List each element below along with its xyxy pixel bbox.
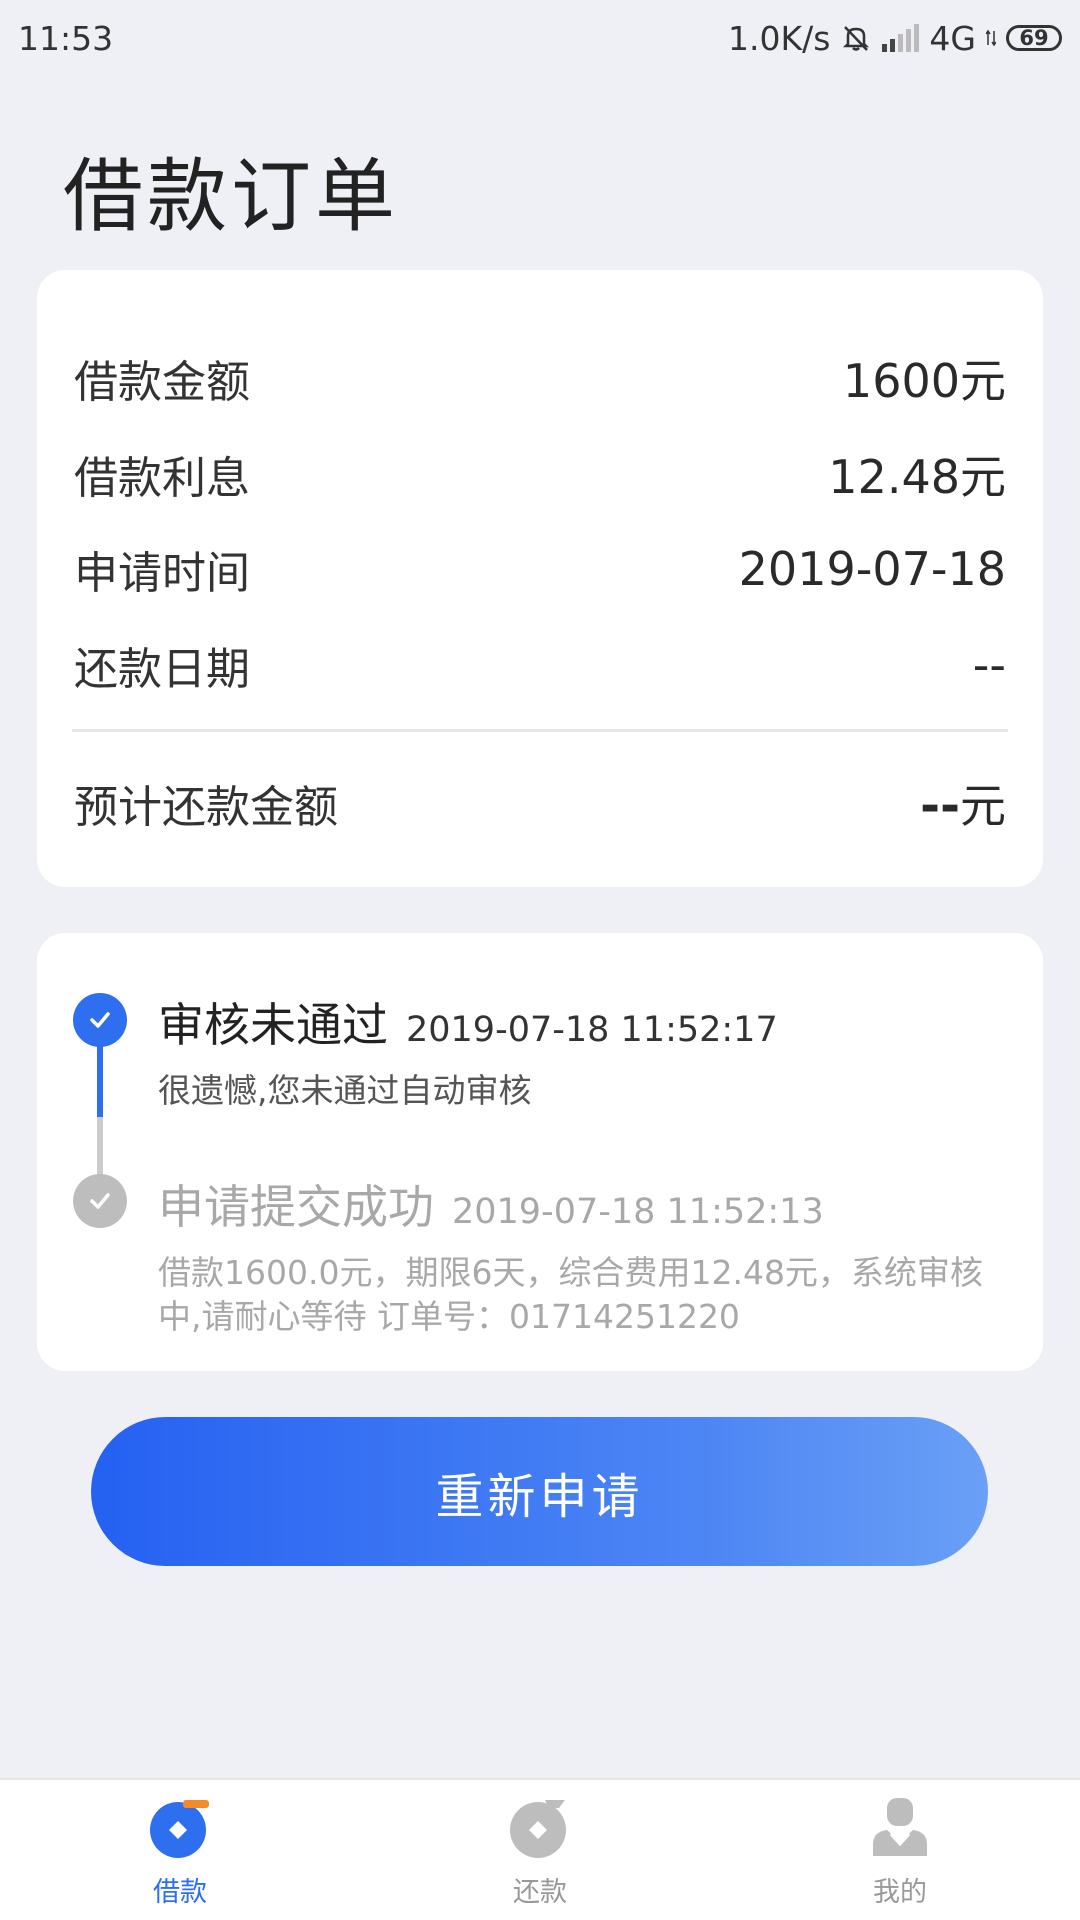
timeline-status: 申请提交成功 <box>158 1180 434 1234</box>
timeline-description: 很遗憾,您未通过自动审核 <box>158 1071 532 1110</box>
summary-value: 2019-07-18 <box>738 542 1006 596</box>
repay-icon <box>510 1800 566 1858</box>
timeline-item: 申请提交成功 2019-07-18 11:52:13 借款1600.0元，期限6… <box>158 1171 1003 1339</box>
signal-icon <box>882 24 920 52</box>
summary-value: -- <box>972 638 1006 692</box>
bottom-nav: 借款 还款 我的 <box>0 1778 1080 1920</box>
summary-row-amount: 借款金额 1600元 <box>74 345 1006 411</box>
total-value-amount: -- <box>920 778 960 834</box>
timeline-connector-active <box>97 1043 103 1117</box>
divider <box>72 729 1008 732</box>
status-time: 11:53 <box>18 18 114 58</box>
summary-row-repay-date: 还款日期 -- <box>74 633 1006 697</box>
bell-muted-icon <box>840 22 872 54</box>
timeline-time: 2019-07-18 11:52:17 <box>406 1010 778 1050</box>
summary-row-apply-time: 申请时间 2019-07-18 <box>74 537 1006 601</box>
status-timeline-card: 审核未通过 2019-07-18 11:52:17 很遗憾,您未通过自动审核 申… <box>37 933 1043 1371</box>
profile-icon <box>873 1798 927 1856</box>
summary-label: 借款利息 <box>74 453 250 504</box>
data-arrows-icon <box>986 29 996 47</box>
summary-label: 申请时间 <box>74 548 250 599</box>
nav-item-repay[interactable]: 还款 <box>360 1780 720 1920</box>
total-value: --元 <box>920 770 1006 836</box>
network-speed: 1.0K/s <box>727 18 831 58</box>
nav-label: 还款 <box>513 1877 567 1908</box>
timeline-item: 审核未通过 2019-07-18 11:52:17 很遗憾,您未通过自动审核 <box>158 989 1003 1113</box>
summary-row-interest: 借款利息 12.48元 <box>74 441 1006 507</box>
summary-value: 12.48元 <box>828 450 1006 504</box>
total-label: 预计还款金额 <box>74 782 338 833</box>
total-value-unit: 元 <box>960 779 1006 833</box>
loan-icon <box>150 1800 209 1858</box>
timeline-description: 借款1600.0元，期限6天，综合费用12.48元，系统审核中,请耐心等待 订单… <box>158 1253 983 1336</box>
summary-label: 借款金额 <box>74 357 250 408</box>
timeline-time: 2019-07-18 11:52:13 <box>452 1192 824 1232</box>
summary-row-total: 预计还款金额 --元 <box>74 770 1006 836</box>
reapply-button[interactable]: 重新申请 <box>91 1417 988 1566</box>
nav-item-loan[interactable]: 借款 <box>0 1780 360 1920</box>
nav-item-profile[interactable]: 我的 <box>720 1780 1080 1920</box>
page-title: 借款订单 <box>63 150 399 243</box>
network-type: 4G <box>929 18 976 58</box>
nav-label: 借款 <box>153 1877 207 1908</box>
check-circle-icon <box>73 1174 127 1228</box>
summary-label: 还款日期 <box>74 644 250 695</box>
battery-icon: 69 <box>1006 25 1062 51</box>
nav-label: 我的 <box>873 1877 927 1908</box>
summary-value: 1600元 <box>842 354 1006 408</box>
status-bar: 11:53 1.0K/s 4G 69 <box>0 0 1080 76</box>
order-summary-card: 借款金额 1600元 借款利息 12.48元 申请时间 2019-07-18 还… <box>37 270 1043 887</box>
check-circle-icon <box>73 993 127 1047</box>
timeline-status: 审核未通过 <box>158 998 388 1052</box>
status-indicators: 1.0K/s 4G 69 <box>728 19 1062 58</box>
